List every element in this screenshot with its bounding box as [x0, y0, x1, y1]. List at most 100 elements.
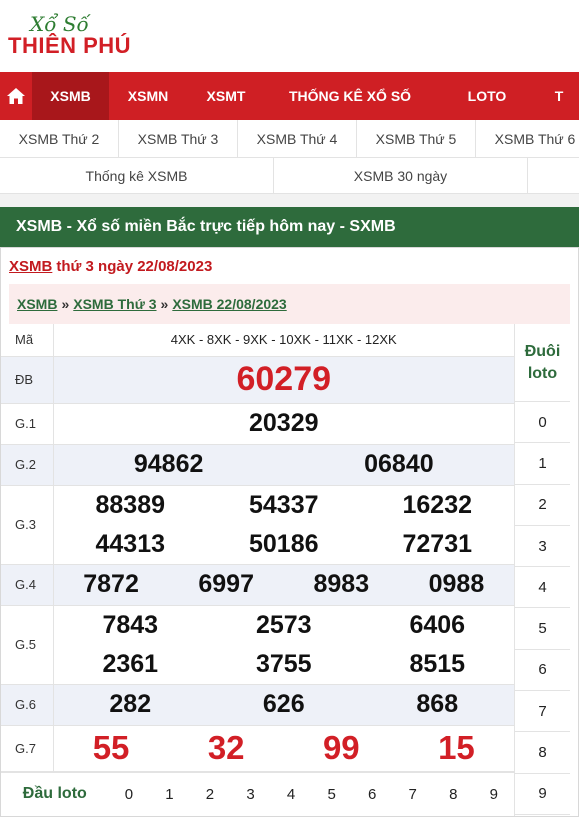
results-area: Mã 4XK - 8XK - 9XK - 10XK - 11XK - 12XK …: [1, 324, 578, 816]
dau-digit[interactable]: 9: [474, 786, 515, 803]
dau-digit[interactable]: 6: [352, 786, 393, 803]
db-label: ĐB: [1, 356, 54, 404]
row-g7: G.7 55 32 99 15: [1, 725, 514, 772]
subnav-thu-6[interactable]: XSMB Thứ 6: [476, 120, 579, 157]
g4-label: G.4: [1, 564, 54, 606]
row-g6: G.6 282 626 868: [1, 684, 514, 726]
results-table: Mã 4XK - 8XK - 9XK - 10XK - 11XK - 12XK …: [1, 324, 514, 772]
main-nav: XSMB XSMN XSMT THỐNG KÊ XỔ SỐ LOTO T: [0, 72, 579, 120]
row-g2: G.2 94862 06840: [1, 444, 514, 486]
result-card: XSMB thứ 3 ngày 22/08/2023 XSMB » XSMB T…: [0, 247, 579, 817]
nav-item-xsmn[interactable]: XSMN: [109, 72, 187, 120]
result-title-link[interactable]: XSMB: [9, 258, 52, 275]
prize-g5: 7843: [102, 610, 159, 639]
duoi-digit[interactable]: 3: [515, 526, 570, 568]
prize-g4: 6997: [198, 570, 254, 598]
nav-item-loto[interactable]: LOTO: [435, 72, 539, 120]
subnav-thong-ke-xsmb[interactable]: Thống kê XSMB: [0, 158, 274, 193]
prize-g3: 88389: [95, 490, 166, 519]
prize-g1: 20329: [53, 403, 514, 445]
prize-g3: 72731: [402, 529, 473, 558]
site-header: Xổ Số THIÊN PHÚ: [0, 0, 579, 72]
subnav-more[interactable]: [528, 158, 579, 193]
g5-label: G.5: [1, 605, 54, 685]
nav-item-more[interactable]: T: [539, 72, 579, 120]
dau-digit[interactable]: 5: [311, 786, 352, 803]
duoi-digit[interactable]: 1: [515, 443, 570, 485]
prize-g5: 2573: [255, 610, 312, 639]
prize-g7: 32: [207, 729, 245, 766]
g7-label: G.7: [1, 725, 54, 772]
subnav-thu-5[interactable]: XSMB Thứ 5: [357, 120, 476, 157]
dau-digit[interactable]: 1: [149, 786, 190, 803]
duoi-digit[interactable]: 2: [515, 485, 570, 526]
prize-g3: 44313: [95, 529, 166, 558]
breadcrumb-separator: »: [61, 296, 70, 312]
ma-label: Mã: [1, 324, 54, 357]
prize-g3: 16232: [402, 490, 473, 519]
prize-g4: 7872: [83, 570, 139, 598]
dau-loto-row: Đầu loto 0 1 2 3 4 5 6 7 8 9: [1, 771, 515, 816]
duoi-loto-column: Đuôi loto 0 1 2 3 4 5 6 7 8 9: [514, 324, 570, 816]
prize-g7: 99: [322, 729, 360, 766]
prize-g6: 626: [262, 690, 305, 718]
row-ma: Mã 4XK - 8XK - 9XK - 10XK - 11XK - 12XK: [1, 324, 514, 357]
prize-g2: 06840: [364, 450, 434, 478]
prize-g6: 282: [109, 690, 152, 718]
breadcrumb-date[interactable]: XSMB 22/08/2023: [172, 296, 286, 312]
breadcrumb: XSMB » XSMB Thứ 3 » XSMB 22/08/2023: [9, 284, 570, 324]
g3-label: G.3: [1, 485, 54, 565]
subnav-thu-3[interactable]: XSMB Thứ 3: [119, 120, 238, 157]
subnav-xsmb-30-ngay[interactable]: XSMB 30 ngày: [274, 158, 528, 193]
duoi-loto-label-2: loto: [527, 364, 558, 382]
nav-item-xsmb[interactable]: XSMB: [32, 72, 109, 120]
subnav-thu-2[interactable]: XSMB Thứ 2: [0, 120, 119, 157]
dau-digit[interactable]: 3: [230, 786, 271, 803]
duoi-digit[interactable]: 7: [515, 691, 570, 733]
g6-label: G.6: [1, 684, 54, 726]
subnav-thu-4[interactable]: XSMB Thứ 4: [238, 120, 357, 157]
duoi-digit[interactable]: 0: [515, 402, 570, 444]
site-logo[interactable]: Xổ Số THIÊN PHÚ: [8, 14, 131, 58]
prize-g4: 0988: [428, 570, 485, 598]
prize-g7: 15: [438, 729, 475, 766]
row-db: ĐB 60279: [1, 356, 514, 404]
home-icon[interactable]: [0, 72, 32, 120]
row-g3: G.3 88389 54337 16232 44313 50186 72731: [1, 485, 514, 565]
prize-g3: 50186: [248, 529, 319, 558]
dau-digit[interactable]: 0: [109, 786, 150, 803]
dau-digit[interactable]: 8: [433, 786, 474, 803]
prize-g6: 868: [416, 690, 459, 718]
row-g4: G.4 7872 6997 8983 0988: [1, 564, 514, 606]
duoi-digit[interactable]: 4: [515, 567, 570, 609]
duoi-digit[interactable]: 6: [515, 650, 570, 692]
breadcrumb-xsmb-thu-3[interactable]: XSMB Thứ 3: [73, 296, 156, 312]
prize-g5: 3755: [255, 649, 312, 678]
logo-top-text: Xổ Số: [30, 12, 89, 36]
g1-label: G.1: [1, 403, 54, 445]
prize-g5: 8515: [409, 649, 466, 678]
row-g1: G.1 20329: [1, 403, 514, 445]
breadcrumb-separator: »: [160, 296, 169, 312]
dau-digit[interactable]: 2: [190, 786, 231, 803]
prize-g3: 54337: [248, 490, 319, 519]
prize-db: 60279: [53, 356, 514, 404]
section-title: XSMB - Xổ số miền Bắc trực tiếp hôm nay …: [0, 207, 579, 247]
prize-g7: 55: [92, 729, 130, 766]
prize-g5: 2361: [102, 649, 159, 678]
ma-value: 4XK - 8XK - 9XK - 10XK - 11XK - 12XK: [53, 324, 514, 357]
prize-g5: 6406: [409, 610, 466, 639]
nav-item-xsmt[interactable]: XSMT: [187, 72, 265, 120]
dau-loto-label: Đầu loto: [22, 785, 87, 802]
breadcrumb-xsmb[interactable]: XSMB: [17, 296, 57, 312]
spacer: [0, 194, 579, 207]
stats-subnav: Thống kê XSMB XSMB 30 ngày: [0, 158, 579, 194]
nav-item-thong-ke[interactable]: THỐNG KÊ XỔ SỐ: [265, 72, 435, 120]
duoi-digit[interactable]: 5: [515, 608, 570, 650]
duoi-loto-header: Đuôi loto: [515, 324, 570, 402]
duoi-digit[interactable]: 8: [515, 732, 570, 774]
dau-digit[interactable]: 4: [271, 786, 312, 803]
prize-g2: 94862: [133, 450, 204, 478]
duoi-digit[interactable]: 9: [515, 774, 570, 815]
dau-digit[interactable]: 7: [392, 786, 433, 803]
